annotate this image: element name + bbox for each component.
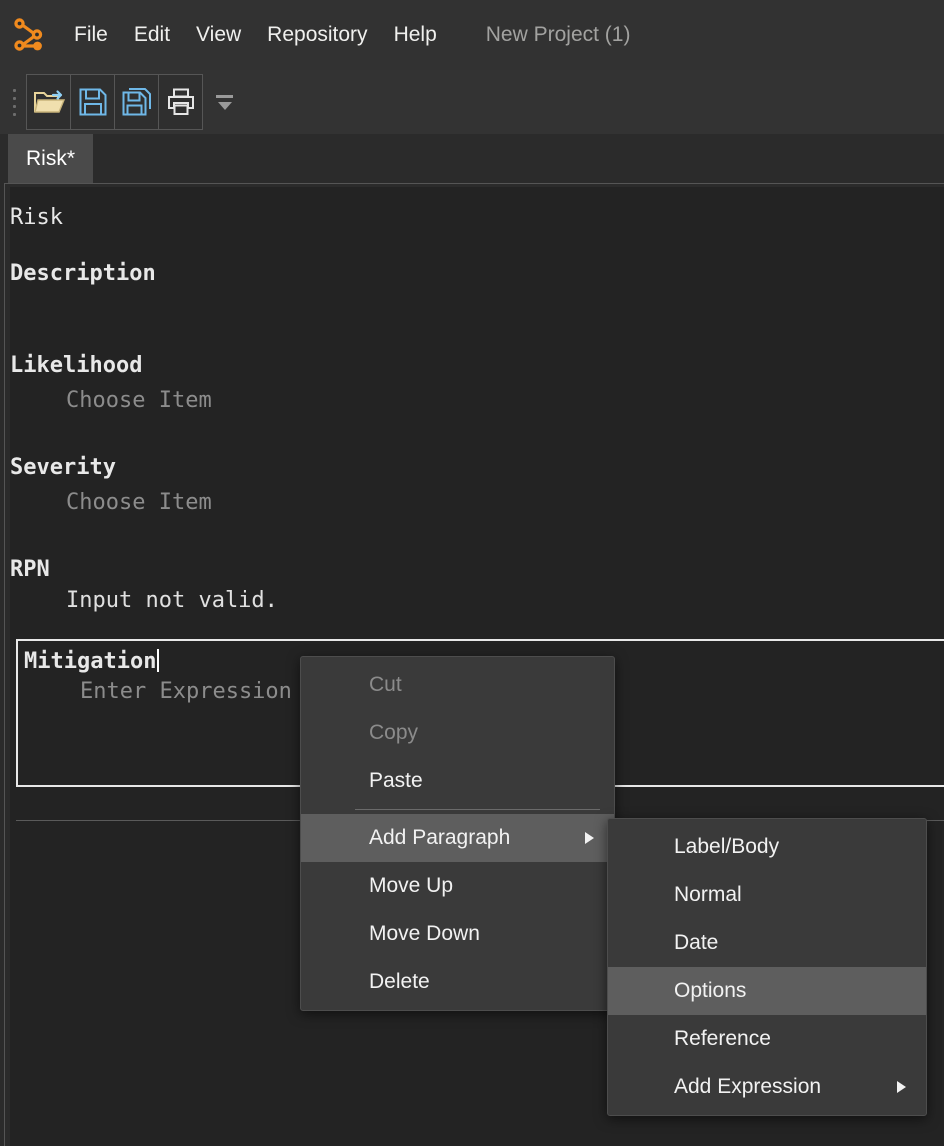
- add-paragraph-submenu: Label/Body Normal Date Options Reference…: [607, 818, 927, 1116]
- menu-item-file[interactable]: File: [61, 17, 121, 53]
- submenu-item-reference-label: Reference: [674, 1027, 771, 1050]
- submenu-item-add-expression[interactable]: Add Expression: [608, 1063, 926, 1111]
- toolbar-drag-handle[interactable]: [8, 82, 20, 122]
- paragraph-label-rpn[interactable]: RPN: [10, 557, 50, 582]
- open-folder-icon: [33, 90, 65, 113]
- menu-item-help[interactable]: Help: [381, 17, 450, 53]
- paragraph-label-likelihood[interactable]: Likelihood: [10, 353, 142, 378]
- menu-item-repository[interactable]: Repository: [254, 17, 380, 53]
- tab-risk[interactable]: Risk*: [8, 134, 94, 183]
- toolbar: [0, 70, 944, 134]
- document-title: Risk: [10, 205, 63, 230]
- submenu-item-reference[interactable]: Reference: [608, 1015, 926, 1063]
- submenu-item-date[interactable]: Date: [608, 919, 926, 967]
- context-menu-item-add-paragraph[interactable]: Add Paragraph: [301, 814, 614, 862]
- application-window: File Edit View Repository Help New Proje…: [0, 0, 944, 1146]
- project-name-label: New Project (1): [485, 23, 631, 46]
- print-icon: [167, 88, 194, 115]
- context-menu: Cut Copy Paste Add Paragraph Move Up Mov…: [300, 656, 615, 1011]
- context-menu-item-add-paragraph-label: Add Paragraph: [369, 826, 511, 849]
- menu-item-edit[interactable]: Edit: [121, 17, 183, 53]
- context-menu-item-cut: Cut: [301, 661, 614, 709]
- context-menu-item-move-down[interactable]: Move Down: [301, 910, 614, 958]
- save-icon: [79, 88, 106, 116]
- context-menu-item-paste[interactable]: Paste: [301, 757, 614, 805]
- context-menu-item-move-down-label: Move Down: [369, 922, 480, 945]
- submenu-item-add-expression-label: Add Expression: [674, 1075, 822, 1098]
- toolbar-overflow-caret-icon[interactable]: [214, 87, 236, 117]
- paragraph-label-severity[interactable]: Severity: [10, 455, 116, 480]
- open-button[interactable]: [26, 74, 71, 130]
- chevron-right-icon: [897, 1081, 906, 1093]
- context-menu-item-copy: Copy: [301, 709, 614, 757]
- submenu-item-date-label: Date: [674, 931, 719, 954]
- paragraph-label-description[interactable]: Description: [10, 261, 156, 286]
- text-cursor: [157, 649, 160, 672]
- save-as-icon: [122, 88, 151, 116]
- menu-bar: File Edit View Repository Help New Proje…: [0, 0, 944, 70]
- print-button[interactable]: [158, 74, 203, 130]
- context-menu-item-copy-label: Copy: [369, 721, 419, 744]
- context-menu-separator: [355, 809, 600, 810]
- severity-value[interactable]: Choose Item: [10, 490, 212, 515]
- submenu-item-normal-label: Normal: [674, 883, 742, 906]
- context-menu-item-delete-label: Delete: [369, 970, 430, 993]
- tab-bar: Risk*: [0, 134, 944, 183]
- submenu-item-label-body[interactable]: Label/Body: [608, 823, 926, 871]
- rpn-value[interactable]: Input not valid.: [10, 588, 278, 613]
- submenu-item-options-label: Options: [674, 979, 747, 1002]
- save-button[interactable]: [70, 74, 115, 130]
- context-menu-item-delete[interactable]: Delete: [301, 958, 614, 1006]
- context-menu-item-move-up-label: Move Up: [369, 874, 454, 897]
- context-menu-item-cut-label: Cut: [369, 673, 402, 696]
- submenu-item-normal[interactable]: Normal: [608, 871, 926, 919]
- context-menu-item-paste-label: Paste: [369, 769, 423, 792]
- node-graph-logo-icon: [14, 18, 43, 51]
- submenu-item-options[interactable]: Options: [608, 967, 926, 1015]
- context-menu-item-move-up[interactable]: Move Up: [301, 862, 614, 910]
- likelihood-value[interactable]: Choose Item: [10, 388, 212, 413]
- chevron-right-icon: [585, 832, 594, 844]
- save-as-button[interactable]: [114, 74, 159, 130]
- submenu-item-label-body-label: Label/Body: [674, 835, 780, 858]
- paragraph-label-mitigation[interactable]: Mitigation: [24, 649, 156, 674]
- mitigation-value[interactable]: Enter Expression: [24, 679, 292, 704]
- menu-item-view[interactable]: View: [183, 17, 254, 53]
